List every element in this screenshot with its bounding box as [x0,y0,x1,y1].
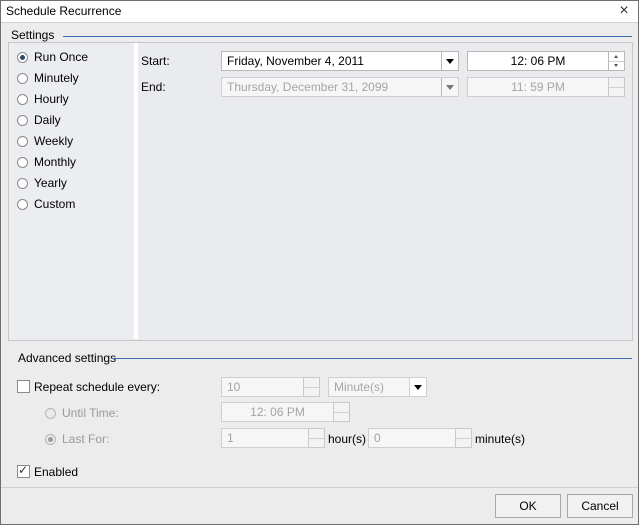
radio-icon[interactable] [17,177,28,189]
until-time-label: Until Time: [62,406,119,420]
repeat-schedule-checkbox[interactable] [17,380,30,393]
schedule-recurrence-dialog: Schedule Recurrence × Settings Run Once … [0,0,639,525]
start-time-spinner[interactable] [608,51,625,71]
enabled-label: Enabled [34,465,79,479]
minutes-unit-label: minute(s) [475,432,526,446]
settings-divider-line [63,36,632,37]
spin-down-icon[interactable] [456,438,471,447]
start-date-value: Friday, November 4, 2011 [227,54,364,68]
radio-icon[interactable] [17,114,28,126]
radio-icon[interactable] [17,93,28,105]
radio-weekly[interactable]: Weekly [17,132,73,150]
chevron-down-icon[interactable] [441,52,458,70]
title-bar: Schedule Recurrence × [1,1,638,23]
end-date-picker[interactable]: Thursday, December 31, 2099 [221,77,459,97]
radio-hourly[interactable]: Hourly [17,90,69,108]
radio-label: Custom [34,197,76,211]
last-for-minutes-input[interactable]: 0 [368,428,456,448]
radio-label: Hourly [34,92,69,106]
radio-run-once[interactable]: Run Once [17,48,88,66]
chevron-down-icon[interactable] [409,378,426,396]
end-time-input[interactable]: 11: 59 PM [467,77,609,97]
close-icon[interactable]: × [616,2,632,20]
footer-separator [1,487,638,488]
radio-label: Weekly [34,134,74,148]
radio-daily[interactable]: Daily [17,111,61,129]
end-time-value: 11: 59 PM [511,80,565,94]
cancel-button[interactable]: Cancel [567,494,633,518]
radio-label: Run Once [34,50,89,64]
start-time-value: 12: 06 PM [510,54,566,68]
ok-button[interactable]: OK [495,494,561,518]
spin-down-icon[interactable] [609,87,624,96]
radio-until-time[interactable]: Until Time: [45,404,119,422]
end-date-value: Thursday, December 31, 2099 [227,80,389,94]
radio-last-for[interactable]: Last For: [45,430,109,448]
radio-icon[interactable] [17,198,28,210]
radio-yearly[interactable]: Yearly [17,174,67,192]
repeat-interval-spinner[interactable] [303,377,320,397]
dialog-title: Schedule Recurrence [6,4,122,18]
radio-icon[interactable] [17,51,28,63]
spin-down-icon[interactable] [609,61,624,70]
radio-icon[interactable] [17,156,28,168]
spin-down-icon[interactable] [334,412,349,421]
chevron-down-icon[interactable] [441,78,458,96]
radio-minutely[interactable]: Minutely [17,69,79,87]
repeat-schedule-label: Repeat schedule every: [34,380,161,394]
last-for-hours-input[interactable]: 1 [221,428,309,448]
radio-custom[interactable]: Custom [17,195,75,213]
advanced-divider-line [112,358,632,359]
hours-unit-label: hour(s) [328,432,367,446]
radio-monthly[interactable]: Monthly [17,153,76,171]
start-time-input[interactable]: 12: 06 PM [467,51,609,71]
radio-icon[interactable] [17,72,28,84]
repeat-unit-value: Minute(s) [334,380,385,394]
repeat-unit-select[interactable]: Minute(s) [328,377,427,397]
spin-down-icon[interactable] [304,387,319,396]
start-label: Start: [141,54,170,68]
radio-label: Minutely [34,71,79,85]
last-for-minutes-value: 0 [374,431,381,445]
radio-icon[interactable] [45,433,56,445]
enabled-checkbox[interactable] [17,463,30,478]
start-date-picker[interactable]: Friday, November 4, 2011 [221,51,459,71]
last-for-hours-value: 1 [227,431,234,445]
last-for-label: Last For: [62,432,110,446]
radio-icon[interactable] [17,135,28,147]
repeat-interval-value: 10 [227,380,241,394]
until-time-input[interactable]: 12: 06 PM [221,402,334,422]
radio-label: Yearly [34,176,67,190]
spin-down-icon[interactable] [309,438,324,447]
radio-icon[interactable] [45,407,56,419]
last-for-hours-spinner[interactable] [308,428,325,448]
end-time-spinner[interactable] [608,77,625,97]
until-time-value: 12: 06 PM [250,405,305,419]
end-label: End: [141,80,166,94]
last-for-minutes-spinner[interactable] [455,428,472,448]
radio-label: Monthly [34,155,77,169]
repeat-interval-input[interactable]: 10 [221,377,304,397]
until-time-spinner[interactable] [333,402,350,422]
radio-label: Daily [34,113,61,127]
settings-column-divider [134,43,138,339]
advanced-settings-header: Advanced settings [18,351,117,365]
